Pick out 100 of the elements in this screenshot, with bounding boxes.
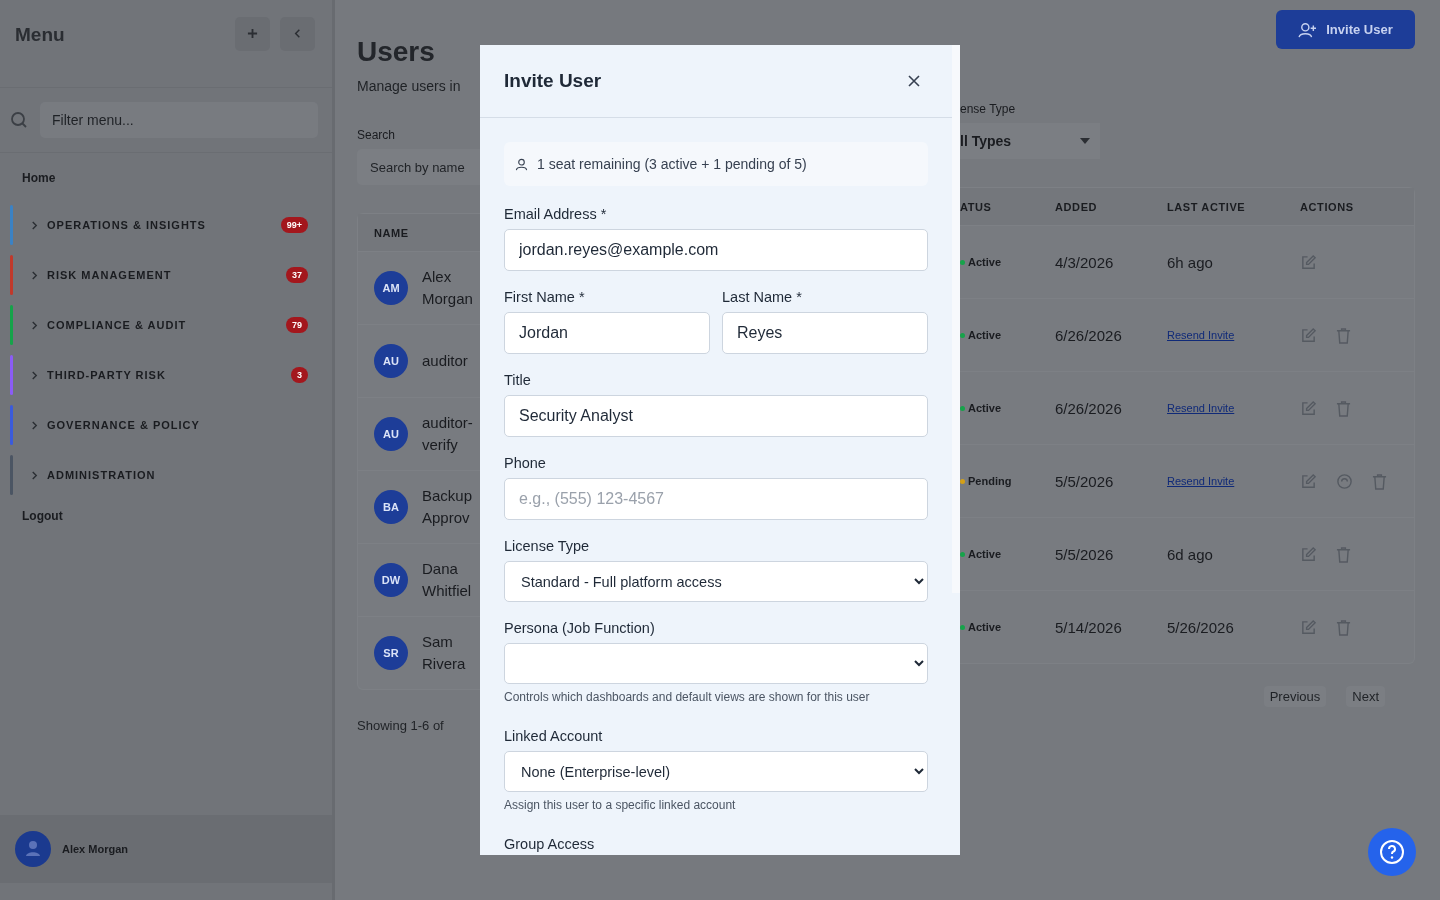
- user-name-cell-text: Dana Whitfiel: [422, 558, 473, 601]
- column-header: ACTIONS: [1300, 200, 1355, 213]
- dialog-title: Invite User: [504, 70, 602, 92]
- user-name: Alex Morgan: [62, 843, 128, 855]
- field-label: License Type: [504, 538, 591, 554]
- search-label: Search: [357, 128, 397, 142]
- pagination-summary: Showing 1-6 of: [357, 718, 445, 733]
- caret-icon: [1080, 138, 1090, 144]
- menu-section[interactable]: ADMINISTRATION: [10, 455, 308, 495]
- edit-icon[interactable]: [1300, 472, 1317, 490]
- license-type-label: ense Type: [960, 102, 1017, 116]
- column-header: ATUS: [960, 200, 993, 213]
- input-field[interactable]: e.g., (555) 123-4567: [504, 478, 928, 520]
- menu-section[interactable]: OPERATIONS & INSIGHTS 99+: [10, 205, 308, 245]
- trash-icon[interactable]: [1336, 326, 1351, 344]
- seat-info-text: 1 seat remaining (3 active + 1 pending of 5): [537, 156, 807, 172]
- last-active-cell-text: 5/26/2026: [1167, 618, 1235, 636]
- input-field[interactable]: Jordan: [504, 312, 710, 354]
- status-label: Active: [968, 621, 1002, 633]
- section-label: OPERATIONS & INSIGHTS: [47, 219, 207, 231]
- menu-section[interactable]: COMPLIANCE & AUDIT 79: [10, 305, 308, 345]
- menu-section[interactable]: RISK MANAGEMENT 37: [10, 255, 308, 295]
- status-label: Active: [968, 548, 1002, 560]
- date-added-cell-text: 6/26/2026: [1055, 399, 1123, 417]
- date-added-cell-text: 4/3/2026: [1055, 253, 1115, 271]
- section-label: THIRD-PARTY RISK: [47, 369, 167, 381]
- column-header: ADDED: [1055, 200, 1099, 213]
- menu-section[interactable]: THIRD-PARTY RISK 3: [10, 355, 308, 395]
- trash-icon[interactable]: [1372, 472, 1387, 490]
- scrollbar-thumb[interactable]: [952, 45, 960, 593]
- field-hint: Controls which dashboards and default views are shown for this user: [504, 690, 871, 704]
- user-name-cell-text: auditor-verify: [422, 412, 474, 455]
- user-bar[interactable]: Alex Morgan: [0, 815, 332, 883]
- user-name-cell-text: Sam Rivera: [422, 631, 467, 674]
- chevron-right-icon: [31, 270, 38, 280]
- page-subtitle: Manage users in: [357, 78, 462, 94]
- invite-user-button[interactable]: Invite User: [1276, 10, 1415, 49]
- field-label: Last Name *: [722, 289, 803, 305]
- status-label: Active: [968, 256, 1002, 268]
- field-label: Title: [504, 372, 532, 388]
- menu-section[interactable]: GOVERNANCE & POLICY: [10, 405, 308, 445]
- date-added-cell-text: 6/26/2026: [1055, 326, 1123, 344]
- select-field[interactable]: None (Enterprise-level): [504, 751, 928, 792]
- help-icon: [1379, 839, 1405, 865]
- field-hint: Assign this user to a specific linked account: [504, 798, 737, 812]
- status-label: Active: [968, 402, 1002, 414]
- user-initials-avatar: BA: [374, 490, 408, 524]
- user-initials-avatar: SR: [374, 636, 408, 670]
- column-header: LAST ACTIVE: [1167, 200, 1247, 213]
- person-icon: [515, 157, 528, 171]
- user-initials-avatar: DW: [374, 563, 408, 597]
- next-button[interactable]: Next: [1346, 686, 1385, 707]
- section-label: GOVERNANCE & POLICY: [47, 419, 201, 431]
- search-field[interactable]: Search by name: [357, 149, 480, 185]
- column-header: NAME: [374, 226, 409, 239]
- collapse-button[interactable]: [280, 16, 315, 51]
- chevron-right-icon: [31, 220, 38, 230]
- refresh-icon[interactable]: [1336, 472, 1353, 490]
- user-initials-avatar: AM: [374, 271, 408, 305]
- chevron-left-icon: [292, 28, 303, 39]
- trash-icon[interactable]: [1336, 399, 1351, 417]
- add-button[interactable]: [235, 16, 270, 51]
- user-name-cell-text: Backup Approv: [422, 485, 474, 528]
- license-filter-select[interactable]: ll Types: [960, 123, 1100, 159]
- filter-field[interactable]: Filter menu...: [40, 102, 318, 138]
- edit-icon[interactable]: [1300, 399, 1317, 417]
- section-label: COMPLIANCE & AUDIT: [47, 319, 188, 331]
- chevron-right-icon: [31, 370, 38, 380]
- section-label: ADMINISTRATION: [47, 469, 157, 481]
- help-button[interactable]: [1368, 828, 1416, 876]
- user-initials-avatar: AU: [374, 417, 408, 451]
- field-label: Email Address *: [504, 206, 608, 222]
- input-field[interactable]: jordan.reyes@example.com: [504, 229, 928, 271]
- input-field[interactable]: Security Analyst: [504, 395, 928, 437]
- user-name-cell-text: Alex Morgan: [422, 266, 474, 309]
- user-avatar-icon: [15, 831, 51, 867]
- trash-icon[interactable]: [1336, 618, 1351, 636]
- close-button[interactable]: [906, 73, 922, 89]
- logout-link[interactable]: Logout: [0, 495, 332, 537]
- select-field[interactable]: [504, 643, 928, 684]
- home-link[interactable]: Home: [0, 153, 332, 205]
- status-label: Pending: [968, 475, 1012, 487]
- edit-icon[interactable]: [1300, 326, 1317, 344]
- edit-icon[interactable]: [1300, 545, 1317, 563]
- plus-icon: [247, 28, 258, 39]
- previous-button[interactable]: Previous: [1263, 686, 1327, 707]
- trash-icon[interactable]: [1336, 545, 1351, 563]
- user-name-cell-text: auditor: [422, 350, 469, 371]
- section-label: RISK MANAGEMENT: [47, 269, 173, 281]
- field-label: Persona (Job Function): [504, 620, 656, 636]
- select-field[interactable]: Standard - Full platform access: [504, 561, 928, 602]
- add-user-icon: [1298, 21, 1319, 38]
- edit-icon[interactable]: [1300, 253, 1317, 271]
- field-label: Linked Account: [504, 728, 604, 744]
- input-field[interactable]: Reyes: [722, 312, 928, 354]
- last-active-cell-text: 6d ago: [1167, 545, 1214, 563]
- edit-icon[interactable]: [1300, 618, 1317, 636]
- date-added-cell-text: 5/5/2026: [1055, 472, 1115, 490]
- field-label: First Name *: [504, 289, 586, 305]
- count-badge: 99+: [280, 217, 308, 233]
